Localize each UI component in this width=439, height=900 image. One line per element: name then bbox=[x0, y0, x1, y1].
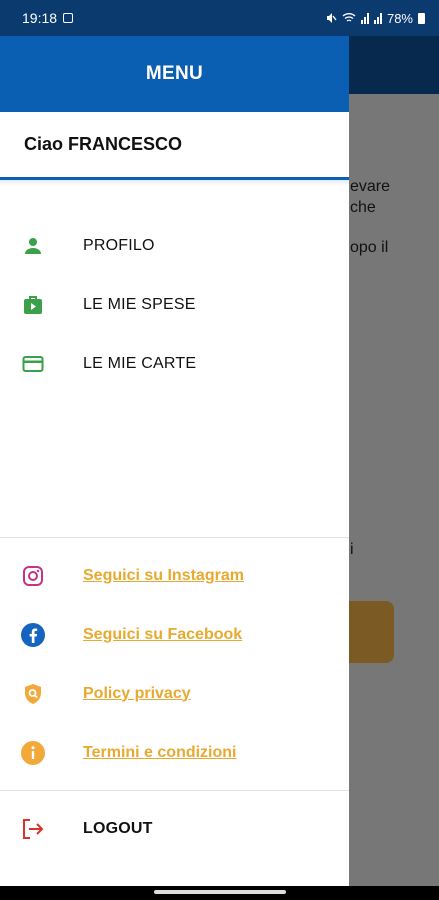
image-icon bbox=[63, 13, 74, 23]
link-label[interactable]: Policy privacy bbox=[83, 685, 191, 703]
menu-item-label: LE MIE CARTE bbox=[83, 354, 197, 372]
divider bbox=[0, 790, 349, 791]
greeting-text: Ciao FRANCESCO bbox=[24, 134, 183, 154]
signal-icon bbox=[373, 12, 382, 24]
signal-icon bbox=[360, 12, 369, 24]
link-terms[interactable]: Termini e condizioni bbox=[0, 723, 349, 782]
menu-item-spese[interactable]: LE MIE SPESE bbox=[0, 275, 349, 334]
drawer-title: MENU bbox=[145, 63, 204, 84]
instagram-icon bbox=[19, 562, 47, 590]
divider bbox=[0, 537, 349, 538]
logout-icon bbox=[20, 816, 46, 842]
credit-card-icon bbox=[20, 351, 46, 377]
greeting-divider bbox=[0, 180, 349, 186]
logout-label: LOGOUT bbox=[83, 819, 153, 837]
facebook-icon bbox=[19, 621, 47, 649]
menu-item-label: LE MIE SPESE bbox=[83, 295, 196, 313]
link-facebook[interactable]: Seguici su Facebook bbox=[0, 605, 349, 664]
info-icon bbox=[19, 739, 47, 767]
shopping-bag-icon bbox=[20, 292, 46, 318]
link-label[interactable]: Termini e condizioni bbox=[83, 744, 237, 762]
logout-section: LOGOUT bbox=[0, 799, 349, 858]
status-bar: 19:18 78% bbox=[0, 0, 439, 36]
mute-icon bbox=[326, 13, 337, 23]
home-indicator[interactable] bbox=[154, 890, 286, 894]
greeting: Ciao FRANCESCO bbox=[0, 112, 349, 180]
links-list: Seguici su Instagram Seguici su Facebook… bbox=[0, 546, 349, 782]
menu-item-label: PROFILO bbox=[83, 236, 155, 254]
link-privacy[interactable]: Policy privacy bbox=[0, 664, 349, 723]
shield-search-icon bbox=[19, 680, 47, 708]
system-nav-bar bbox=[0, 886, 439, 900]
link-label[interactable]: Seguici su Facebook bbox=[83, 626, 242, 644]
status-time: 19:18 bbox=[22, 10, 58, 26]
battery-percent: 78% bbox=[386, 10, 413, 26]
menu-item-carte[interactable]: LE MIE CARTE bbox=[0, 334, 349, 393]
menu-item-profilo[interactable]: PROFILO bbox=[0, 216, 349, 275]
link-instagram[interactable]: Seguici su Instagram bbox=[0, 546, 349, 605]
person-icon bbox=[20, 233, 46, 259]
wifi-icon bbox=[342, 13, 356, 22]
link-label[interactable]: Seguici su Instagram bbox=[83, 567, 244, 585]
navigation-drawer: MENU Ciao FRANCESCO PROFILO LE MIE SPESE… bbox=[0, 36, 349, 886]
battery-icon bbox=[418, 12, 425, 24]
drawer-header: MENU bbox=[0, 36, 349, 112]
logout-button[interactable]: LOGOUT bbox=[0, 799, 349, 858]
menu-list: PROFILO LE MIE SPESE LE MIE CARTE bbox=[0, 216, 349, 393]
